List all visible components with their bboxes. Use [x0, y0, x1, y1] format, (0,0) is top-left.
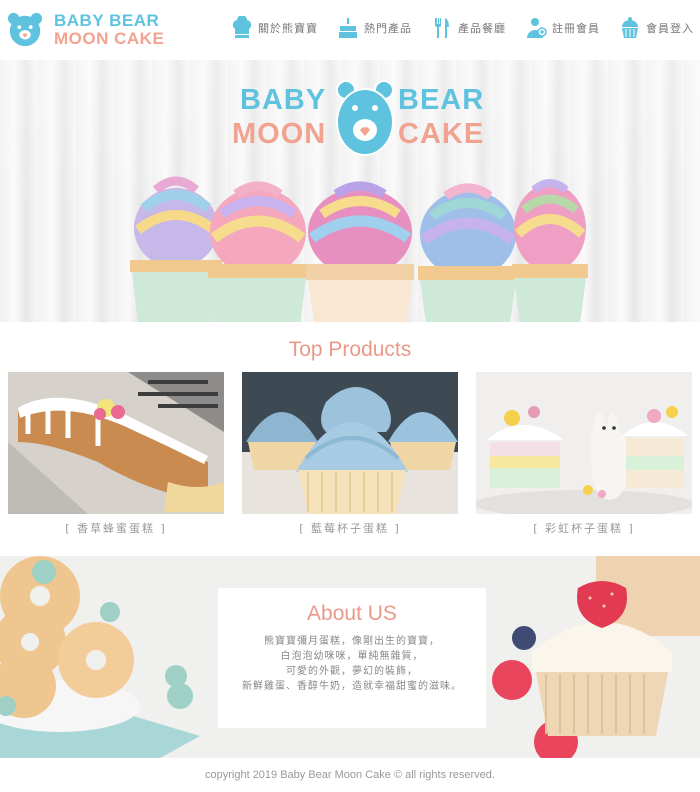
strawberry-cupcake-image — [492, 556, 700, 758]
hero-logo-word-2: BEAR — [398, 84, 485, 116]
product-label-3[interactable]: [ 彩虹杯子蛋糕 ] — [476, 520, 692, 536]
about-line-4: 新鮮雞蛋、香醇牛奶，造就幸福甜蜜的滋味。 — [242, 681, 462, 692]
nav-hot-products-label: 熱門產品 — [364, 22, 412, 35]
hero-logo-word-1: BABY — [240, 84, 327, 116]
page: BABY BEAR MOON CAKE 關於熊寶寶 熱門產品 產品餐廳 註冊會員… — [0, 0, 700, 792]
about-line-1: 熊寶寶彌月蛋糕，像剛出生的寶寶， — [264, 636, 440, 647]
nav-about-label: 關於熊寶寶 — [258, 22, 318, 35]
blueberry-cupcake-image — [242, 372, 458, 514]
logo-line-1: BABY BEAR — [54, 11, 160, 30]
hero-logo-word-4: CAKE — [398, 118, 485, 150]
bear-logo-icon — [7, 12, 43, 47]
footer-copyright: copyright 2019 Baby Bear Moon Cake © all… — [205, 769, 495, 781]
hero-logo: BABY BEAR MOON CAKE — [232, 78, 492, 158]
nav-register[interactable]: 註冊會員 — [524, 16, 600, 40]
rainbow-cupcake-image — [476, 372, 692, 514]
nav-restaurant-label: 產品餐廳 — [458, 22, 506, 35]
chef-hat-icon — [232, 16, 252, 38]
about-line-3: 可愛的外觀，夢幻的裝飾， — [286, 666, 418, 677]
about-line-2: 白泡泡幼咪咪，單純無雜質， — [280, 651, 424, 662]
about-text: 熊寶寶彌月蛋糕，像剛出生的寶寶， 白泡泡幼咪咪，單純無雜質， 可愛的外觀，夢幻的… — [218, 634, 486, 694]
about-section: About US 熊寶寶彌月蛋糕，像剛出生的寶寶， 白泡泡幼咪咪，單純無雜質， … — [0, 556, 700, 758]
birthday-cake-icon — [339, 18, 357, 38]
logo-line-2: MOON CAKE — [54, 29, 165, 48]
product-label-2[interactable]: [ 藍莓杯子蛋糕 ] — [242, 520, 458, 536]
hero-banner: BABY BEAR MOON CAKE — [0, 60, 700, 322]
products-title: Top Products — [288, 338, 412, 361]
hero-bear-icon — [336, 80, 394, 156]
product-card-2[interactable] — [242, 372, 458, 514]
about-title: About US — [307, 602, 397, 625]
nav-register-label: 註冊會員 — [552, 22, 600, 35]
about-card: About US 熊寶寶彌月蛋糕，像剛出生的寶寶， 白泡泡幼咪咪，單純無雜質， … — [218, 588, 486, 728]
vanilla-honey-cake-image — [8, 372, 224, 514]
product-card-3[interactable] — [476, 372, 692, 514]
site-header: BABY BEAR MOON CAKE 關於熊寶寶 熱門產品 產品餐廳 註冊會員… — [0, 0, 700, 60]
main-nav: 關於熊寶寶 熱門產品 產品餐廳 註冊會員 會員登入 — [212, 16, 694, 40]
nav-restaurant[interactable]: 產品餐廳 — [430, 16, 506, 40]
hero-cupcake-2 — [208, 181, 308, 322]
nav-about[interactable]: 關於熊寶寶 — [230, 16, 318, 40]
product-card-1[interactable] — [8, 372, 224, 514]
site-logo[interactable]: BABY BEAR MOON CAKE — [6, 8, 166, 52]
nav-login-label: 會員登入 — [646, 22, 694, 35]
nav-login[interactable]: 會員登入 — [618, 16, 694, 40]
nav-hot-products[interactable]: 熱門產品 — [336, 16, 412, 40]
hero-cupcake-3 — [306, 181, 414, 322]
cupcake-icon — [622, 17, 638, 38]
donuts-image — [0, 556, 200, 758]
hero-logo-word-3: MOON — [232, 118, 327, 150]
user-add-icon — [527, 18, 547, 38]
hero-cupcake-5 — [512, 179, 588, 322]
product-label-1[interactable]: [ 香草蜂蜜蛋糕 ] — [8, 520, 224, 536]
fork-knife-icon — [435, 18, 449, 38]
